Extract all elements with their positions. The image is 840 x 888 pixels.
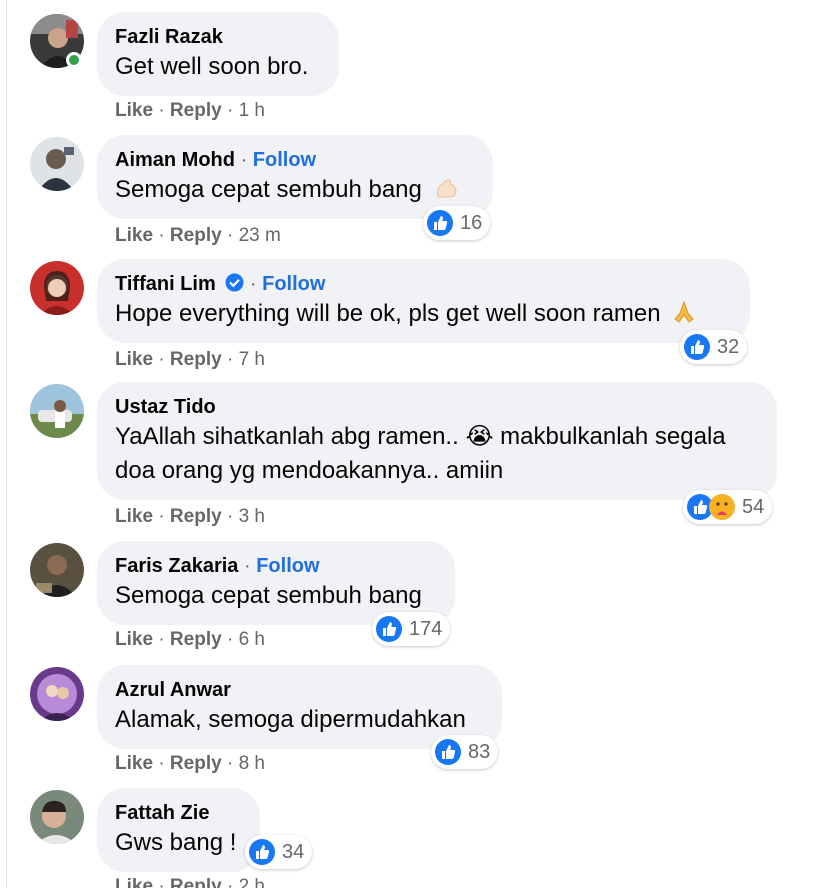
reaction-count: 16	[460, 211, 483, 234]
comment-timestamp[interactable]: 7 h	[239, 349, 265, 370]
like-button[interactable]: Like	[115, 100, 153, 121]
follow-button[interactable]: Follow	[262, 273, 325, 295]
reply-button[interactable]: Reply	[170, 225, 222, 246]
avatar[interactable]	[30, 261, 84, 315]
verified-badge-icon	[225, 273, 244, 292]
comment-text: YaAllah sihatkanlah abg ramen.. 😭 makbul…	[115, 423, 726, 484]
reply-button[interactable]: Reply	[170, 100, 222, 121]
separator: ·	[226, 753, 234, 774]
separator: ·	[158, 753, 165, 774]
comment-author[interactable]: Azrul Anwar	[115, 679, 231, 701]
reaction-count: 34	[282, 840, 305, 863]
separator: ·	[158, 506, 165, 527]
comment-bubble: Ustaz Tido YaAllah sihatkanlah abg ramen…	[97, 382, 777, 500]
reactions-summary[interactable]: 83	[431, 735, 499, 769]
like-button[interactable]: Like	[115, 629, 153, 650]
avatar[interactable]	[30, 543, 84, 597]
like-button[interactable]: Like	[115, 753, 153, 774]
care-reaction-icon	[708, 493, 736, 521]
comment-actions: Like · Reply · 7 h	[115, 349, 265, 371]
separator: ·	[243, 555, 251, 577]
comment-bubble: Fattah Zie Gws bang !	[97, 788, 260, 872]
like-reaction-icon	[248, 838, 276, 866]
comment-timestamp[interactable]: 8 h	[239, 753, 265, 774]
separator: ·	[226, 225, 234, 246]
separator: ·	[240, 149, 248, 171]
comment-actions: Like · Reply · 23 m	[115, 225, 281, 247]
avatar[interactable]	[30, 384, 84, 438]
user-avatar-icon	[30, 137, 84, 191]
reactions-summary[interactable]: 16	[423, 206, 491, 240]
separator: ·	[158, 225, 165, 246]
separator: ·	[158, 629, 165, 650]
separator: ·	[226, 629, 234, 650]
comment-author[interactable]: Tiffani Lim	[115, 273, 216, 295]
reply-button[interactable]: Reply	[170, 349, 222, 370]
separator: ·	[226, 506, 234, 527]
follow-button[interactable]: Follow	[256, 555, 319, 577]
reactions-summary[interactable]: 32	[680, 330, 748, 364]
comment-bubble: Fazli Razak Get well soon bro.	[97, 12, 339, 96]
reply-button[interactable]: Reply	[170, 753, 222, 774]
avatar[interactable]	[30, 790, 84, 844]
comment-text: Get well soon bro.	[115, 53, 309, 80]
reactions-summary[interactable]: 34	[245, 835, 313, 869]
comment-author[interactable]: Ustaz Tido	[115, 396, 216, 418]
comment-actions: Like · Reply · 1 h	[115, 100, 265, 122]
comment-timestamp[interactable]: 23 m	[239, 225, 281, 246]
user-avatar-icon	[30, 261, 84, 315]
like-button[interactable]: Like	[115, 349, 153, 370]
comment-author[interactable]: Aiman Mohd	[115, 149, 235, 171]
reaction-count: 54	[742, 495, 765, 518]
reply-button[interactable]: Reply	[170, 629, 222, 650]
reaction-count: 174	[409, 617, 443, 640]
comment-text: Alamak, semoga dipermudahkan	[115, 706, 466, 733]
separator: ·	[158, 349, 165, 370]
comment-actions: Like · Reply · 3 h	[115, 506, 265, 528]
avatar[interactable]	[30, 667, 84, 721]
comment-actions: Like · Reply · 8 h	[115, 753, 265, 775]
comment-bubble: Tiffani Lim · Follow Hope everything wil…	[97, 259, 750, 343]
separator: ·	[226, 876, 234, 888]
comment-timestamp[interactable]: 3 h	[239, 506, 265, 527]
comment-actions: Like · Reply · 6 h	[115, 629, 265, 651]
separator: ·	[158, 100, 165, 121]
user-avatar-icon	[30, 790, 84, 844]
comment-author[interactable]: Fattah Zie	[115, 802, 209, 824]
avatar[interactable]	[30, 137, 84, 191]
separator: ·	[226, 349, 234, 370]
comment-text: Semoga cepat sembuh bang	[115, 173, 473, 211]
reaction-count: 83	[468, 740, 491, 763]
user-avatar-icon	[30, 543, 84, 597]
like-button[interactable]: Like	[115, 225, 153, 246]
separator: ·	[249, 273, 257, 295]
online-status-dot	[66, 52, 82, 68]
separator: ·	[158, 876, 165, 888]
like-reaction-icon	[375, 615, 403, 643]
comment-timestamp[interactable]: 2 h	[239, 876, 265, 888]
user-avatar-icon	[30, 384, 84, 438]
comment-author[interactable]: Fazli Razak	[115, 26, 223, 48]
like-button[interactable]: Like	[115, 506, 153, 527]
reactions-summary[interactable]: 174	[372, 612, 451, 646]
reply-button[interactable]: Reply	[170, 506, 222, 527]
like-button[interactable]: Like	[115, 876, 153, 888]
comment-timestamp[interactable]: 6 h	[239, 629, 265, 650]
reaction-count: 32	[717, 335, 740, 358]
like-reaction-icon	[426, 209, 454, 237]
like-reaction-icon	[683, 333, 711, 361]
thread-border	[6, 0, 7, 888]
reactions-summary[interactable]: 54	[683, 490, 773, 524]
comment-author[interactable]: Faris Zakaria	[115, 555, 238, 577]
comment-actions: Like · Reply · 2 h	[115, 876, 265, 888]
like-reaction-icon	[434, 738, 462, 766]
comment-timestamp[interactable]: 1 h	[239, 100, 265, 121]
reply-button[interactable]: Reply	[170, 876, 222, 888]
comment-text: Semoga cepat sembuh bang	[115, 582, 422, 609]
comment-text: Hope everything will be ok, pls get well…	[115, 297, 730, 335]
comment-text: Gws bang !	[115, 829, 237, 856]
user-avatar-icon	[30, 667, 84, 721]
follow-button[interactable]: Follow	[253, 149, 316, 171]
separator: ·	[226, 100, 234, 121]
